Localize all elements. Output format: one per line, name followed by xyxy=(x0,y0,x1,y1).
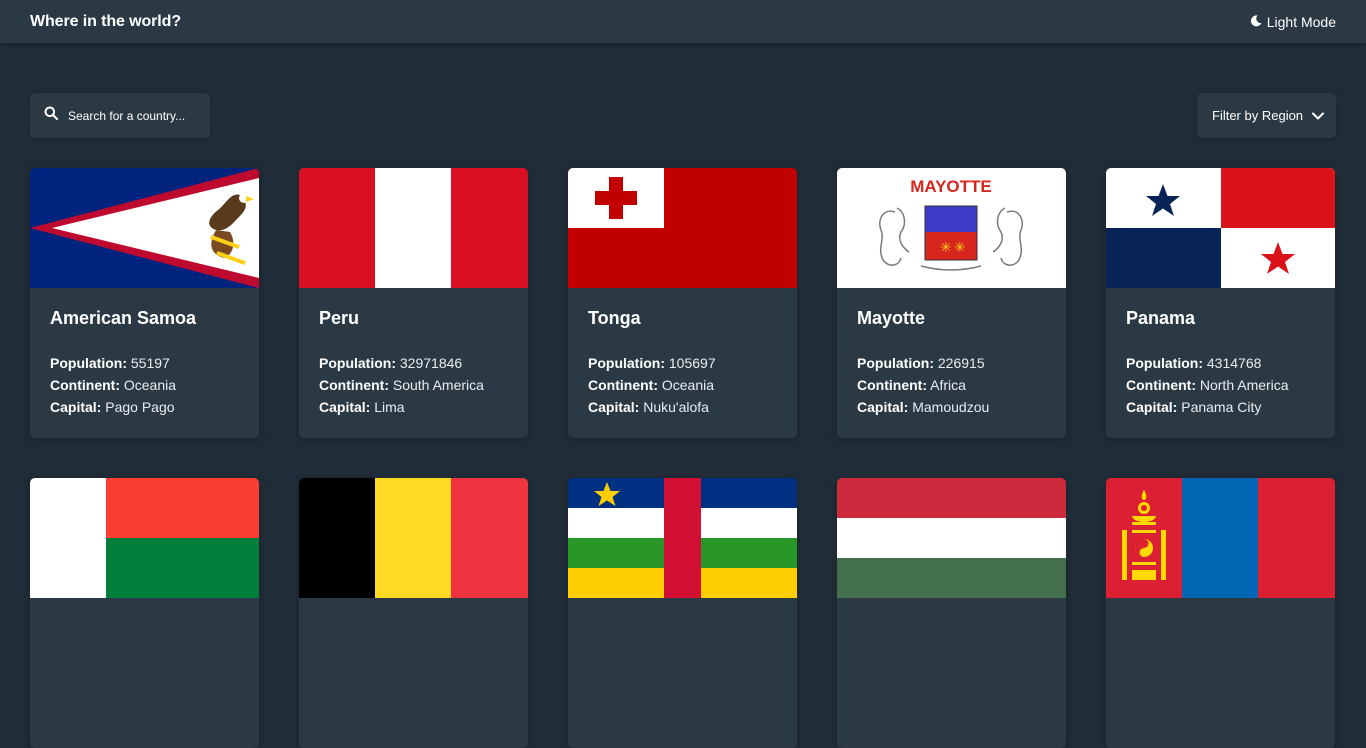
population-label: Population: xyxy=(319,355,396,371)
country-card[interactable] xyxy=(1106,478,1335,748)
capital-value: Mamoudzou xyxy=(912,399,990,415)
region-filter-dropdown[interactable]: Filter by Region xyxy=(1197,93,1336,138)
capital-label: Capital: xyxy=(857,399,909,415)
moon-icon xyxy=(1250,14,1262,30)
country-card[interactable] xyxy=(568,478,797,748)
capital-row: Capital: Nuku'alofa xyxy=(588,396,777,418)
capital-row: Capital: Mamoudzou xyxy=(857,396,1046,418)
continent-value: North America xyxy=(1199,377,1289,393)
country-card[interactable] xyxy=(837,478,1066,748)
continent-row: Continent: North America xyxy=(1126,374,1315,396)
population-value: 226915 xyxy=(937,355,985,371)
mayotte-flag-text: MAYOTTE xyxy=(910,177,992,196)
continent-value: South America xyxy=(392,377,484,393)
population-value: 105697 xyxy=(668,355,716,371)
capital-value: Nuku'alofa xyxy=(643,399,709,415)
continent-row: Continent: Oceania xyxy=(588,374,777,396)
capital-label: Capital: xyxy=(588,399,640,415)
central-african-republic-flag xyxy=(568,478,797,598)
population-row: Population: 32971846 xyxy=(319,352,508,374)
capital-label: Capital: xyxy=(1126,399,1178,415)
app-title: Where in the world? xyxy=(30,12,181,30)
continent-row: Continent: Oceania xyxy=(50,374,239,396)
population-row: Population: 105697 xyxy=(588,352,777,374)
continent-label: Continent: xyxy=(588,377,658,393)
country-name: American Samoa xyxy=(50,308,197,328)
continent-value: Africa xyxy=(930,377,966,393)
continent-label: Continent: xyxy=(1126,377,1196,393)
svg-text:✳: ✳ xyxy=(940,240,952,256)
population-value: 32971846 xyxy=(399,355,463,371)
tonga-flag xyxy=(568,168,797,288)
country-name: Tonga xyxy=(588,308,641,328)
capital-row: Capital: Lima xyxy=(319,396,508,418)
capital-value: Pago Pago xyxy=(105,399,175,415)
search-icon xyxy=(44,106,59,125)
continent-label: Continent: xyxy=(857,377,927,393)
belgium-flag xyxy=(299,478,528,598)
region-filter-label: Filter by Region xyxy=(1212,108,1304,123)
continent-value: Oceania xyxy=(661,377,715,393)
population-label: Population: xyxy=(50,355,127,371)
search-input[interactable] xyxy=(68,108,198,123)
population-label: Population: xyxy=(1126,355,1203,371)
capital-row: Capital: Pago Pago xyxy=(50,396,239,418)
theme-toggle-button[interactable]: Light Mode xyxy=(1250,14,1336,30)
population-row: Population: 226915 xyxy=(857,352,1046,374)
country-card[interactable]: MAYOTTE ✳ ✳ Mayotte Population: 226915 C… xyxy=(837,168,1066,438)
capital-row: Capital: Panama City xyxy=(1126,396,1315,418)
madagascar-flag xyxy=(30,478,259,598)
population-label: Population: xyxy=(588,355,665,371)
american-samoa-flag xyxy=(30,168,259,288)
country-card[interactable]: Tonga Population: 105697 Continent: Ocea… xyxy=(568,168,797,438)
peru-flag xyxy=(299,168,528,288)
country-grid: American Samoa Population: 55197 Contine… xyxy=(30,168,1336,748)
population-row: Population: 4314768 xyxy=(1126,352,1315,374)
population-value: 4314768 xyxy=(1206,355,1262,371)
population-value: 55197 xyxy=(130,355,170,371)
capital-value: Panama City xyxy=(1181,399,1262,415)
search-box[interactable] xyxy=(30,93,210,138)
country-name: Peru xyxy=(319,308,360,328)
capital-value: Lima xyxy=(374,399,405,415)
continent-row: Continent: South America xyxy=(319,374,508,396)
country-card[interactable]: American Samoa Population: 55197 Contine… xyxy=(30,168,259,438)
continent-label: Continent: xyxy=(319,377,389,393)
panama-flag xyxy=(1106,168,1335,288)
continent-label: Continent: xyxy=(50,377,120,393)
capital-label: Capital: xyxy=(50,399,102,415)
chevron-down-icon xyxy=(1312,108,1324,123)
capital-label: Capital: xyxy=(319,399,371,415)
country-name: Panama xyxy=(1126,308,1196,328)
country-card[interactable] xyxy=(30,478,259,748)
country-name: Mayotte xyxy=(857,308,926,328)
population-label: Population: xyxy=(857,355,934,371)
continent-row: Continent: Africa xyxy=(857,374,1046,396)
svg-text:✳: ✳ xyxy=(954,240,966,256)
continent-value: Oceania xyxy=(123,377,177,393)
top-bar: Where in the world? Light Mode xyxy=(0,0,1366,43)
country-card[interactable] xyxy=(299,478,528,748)
country-card[interactable]: Peru Population: 32971846 Continent: Sou… xyxy=(299,168,528,438)
mayotte-flag: MAYOTTE ✳ ✳ xyxy=(837,168,1066,288)
population-row: Population: 55197 xyxy=(50,352,239,374)
theme-toggle-label: Light Mode xyxy=(1266,13,1336,30)
mongolia-flag xyxy=(1106,478,1335,598)
hungary-flag xyxy=(837,478,1066,598)
country-card[interactable]: Panama Population: 4314768 Continent: No… xyxy=(1106,168,1335,438)
